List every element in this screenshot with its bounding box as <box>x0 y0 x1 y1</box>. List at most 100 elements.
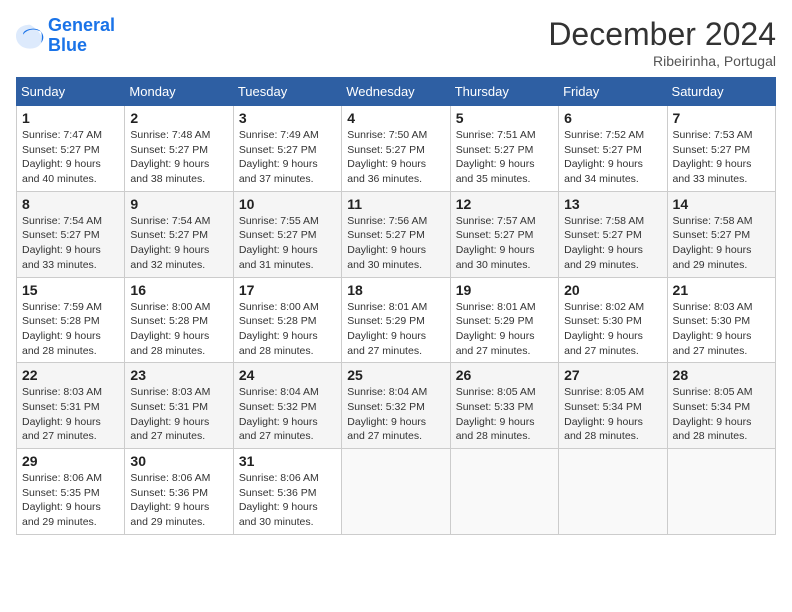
table-row: 17 Sunrise: 8:00 AM Sunset: 5:28 PM Dayli… <box>233 277 341 363</box>
table-row: 27 Sunrise: 8:05 AM Sunset: 5:34 PM Dayli… <box>559 363 667 449</box>
table-row: 9 Sunrise: 7:54 AM Sunset: 5:27 PM Daylig… <box>125 191 233 277</box>
table-row <box>450 449 558 535</box>
day-number: 25 <box>347 367 444 383</box>
day-number: 13 <box>564 196 661 212</box>
day-info: Sunrise: 7:49 AM Sunset: 5:27 PM Dayligh… <box>239 128 336 187</box>
table-row: 1 Sunrise: 7:47 AM Sunset: 5:27 PM Daylig… <box>17 106 125 192</box>
table-row: 19 Sunrise: 8:01 AM Sunset: 5:29 PM Dayli… <box>450 277 558 363</box>
day-info: Sunrise: 8:05 AM Sunset: 5:34 PM Dayligh… <box>564 385 661 444</box>
day-info: Sunrise: 7:52 AM Sunset: 5:27 PM Dayligh… <box>564 128 661 187</box>
day-number: 12 <box>456 196 553 212</box>
table-row: 18 Sunrise: 8:01 AM Sunset: 5:29 PM Dayli… <box>342 277 450 363</box>
day-info: Sunrise: 8:00 AM Sunset: 5:28 PM Dayligh… <box>239 300 336 359</box>
day-number: 10 <box>239 196 336 212</box>
calendar-week-row: 22Sunrise: 8:03 AM Sunset: 5:31 PM Dayli… <box>17 363 776 449</box>
day-info: Sunrise: 8:05 AM Sunset: 5:33 PM Dayligh… <box>456 385 553 444</box>
table-row: 31 Sunrise: 8:06 AM Sunset: 5:36 PM Dayli… <box>233 449 341 535</box>
table-row: 5 Sunrise: 7:51 AM Sunset: 5:27 PM Daylig… <box>450 106 558 192</box>
table-row: 15 Sunrise: 7:59 AM Sunset: 5:28 PM Dayli… <box>17 277 125 363</box>
day-info: Sunrise: 7:56 AM Sunset: 5:27 PM Dayligh… <box>347 214 444 273</box>
logo-icon <box>16 22 44 50</box>
day-info: Sunrise: 7:50 AM Sunset: 5:27 PM Dayligh… <box>347 128 444 187</box>
day-number: 28 <box>673 367 770 383</box>
day-info: Sunrise: 8:03 AM Sunset: 5:30 PM Dayligh… <box>673 300 770 359</box>
table-row <box>667 449 775 535</box>
logo-text: General Blue <box>48 16 115 56</box>
day-info: Sunrise: 7:57 AM Sunset: 5:27 PM Dayligh… <box>456 214 553 273</box>
table-row: 25 Sunrise: 8:04 AM Sunset: 5:32 PM Dayli… <box>342 363 450 449</box>
header-tuesday: Tuesday <box>233 78 341 106</box>
day-number: 1 <box>22 110 119 126</box>
day-number: 27 <box>564 367 661 383</box>
day-info: Sunrise: 7:51 AM Sunset: 5:27 PM Dayligh… <box>456 128 553 187</box>
day-number: 8 <box>22 196 119 212</box>
day-info: Sunrise: 8:00 AM Sunset: 5:28 PM Dayligh… <box>130 300 227 359</box>
day-info: Sunrise: 7:55 AM Sunset: 5:27 PM Dayligh… <box>239 214 336 273</box>
day-number: 17 <box>239 282 336 298</box>
day-number: 4 <box>347 110 444 126</box>
table-row: 24 Sunrise: 8:04 AM Sunset: 5:32 PM Dayli… <box>233 363 341 449</box>
table-row: 14Sunrise: 7:58 AM Sunset: 5:27 PM Dayli… <box>667 191 775 277</box>
day-info: Sunrise: 8:06 AM Sunset: 5:35 PM Dayligh… <box>22 471 119 530</box>
day-number: 19 <box>456 282 553 298</box>
day-number: 5 <box>456 110 553 126</box>
logo: General Blue <box>16 16 115 56</box>
day-info: Sunrise: 8:01 AM Sunset: 5:29 PM Dayligh… <box>456 300 553 359</box>
calendar-body: 1 Sunrise: 7:47 AM Sunset: 5:27 PM Daylig… <box>17 106 776 535</box>
day-number: 9 <box>130 196 227 212</box>
table-row: 21 Sunrise: 8:03 AM Sunset: 5:30 PM Dayli… <box>667 277 775 363</box>
day-info: Sunrise: 8:04 AM Sunset: 5:32 PM Dayligh… <box>347 385 444 444</box>
day-number: 18 <box>347 282 444 298</box>
day-number: 26 <box>456 367 553 383</box>
day-info: Sunrise: 7:59 AM Sunset: 5:28 PM Dayligh… <box>22 300 119 359</box>
day-number: 21 <box>673 282 770 298</box>
day-info: Sunrise: 7:54 AM Sunset: 5:27 PM Dayligh… <box>22 214 119 273</box>
table-row: 20Sunrise: 8:02 AM Sunset: 5:30 PM Dayli… <box>559 277 667 363</box>
day-info: Sunrise: 8:04 AM Sunset: 5:32 PM Dayligh… <box>239 385 336 444</box>
day-number: 6 <box>564 110 661 126</box>
table-row: 23Sunrise: 8:03 AM Sunset: 5:31 PM Dayli… <box>125 363 233 449</box>
table-row: 6 Sunrise: 7:52 AM Sunset: 5:27 PM Daylig… <box>559 106 667 192</box>
table-row: 2Sunrise: 7:48 AM Sunset: 5:27 PM Daylig… <box>125 106 233 192</box>
day-number: 31 <box>239 453 336 469</box>
table-row: 22Sunrise: 8:03 AM Sunset: 5:31 PM Dayli… <box>17 363 125 449</box>
calendar-week-row: 8 Sunrise: 7:54 AM Sunset: 5:27 PM Daylig… <box>17 191 776 277</box>
table-row: 3 Sunrise: 7:49 AM Sunset: 5:27 PM Daylig… <box>233 106 341 192</box>
day-info: Sunrise: 7:48 AM Sunset: 5:27 PM Dayligh… <box>130 128 227 187</box>
header-saturday: Saturday <box>667 78 775 106</box>
table-row <box>342 449 450 535</box>
day-info: Sunrise: 8:05 AM Sunset: 5:34 PM Dayligh… <box>673 385 770 444</box>
day-number: 24 <box>239 367 336 383</box>
day-info: Sunrise: 8:01 AM Sunset: 5:29 PM Dayligh… <box>347 300 444 359</box>
day-number: 16 <box>130 282 227 298</box>
table-row: 11Sunrise: 7:56 AM Sunset: 5:27 PM Dayli… <box>342 191 450 277</box>
day-number: 22 <box>22 367 119 383</box>
calendar-week-row: 15 Sunrise: 7:59 AM Sunset: 5:28 PM Dayli… <box>17 277 776 363</box>
day-number: 29 <box>22 453 119 469</box>
day-number: 3 <box>239 110 336 126</box>
table-row: 10 Sunrise: 7:55 AM Sunset: 5:27 PM Dayli… <box>233 191 341 277</box>
table-row: 13 Sunrise: 7:58 AM Sunset: 5:27 PM Dayli… <box>559 191 667 277</box>
table-row: 12 Sunrise: 7:57 AM Sunset: 5:27 PM Dayli… <box>450 191 558 277</box>
table-row: 4 Sunrise: 7:50 AM Sunset: 5:27 PM Daylig… <box>342 106 450 192</box>
table-row <box>559 449 667 535</box>
table-row: 8 Sunrise: 7:54 AM Sunset: 5:27 PM Daylig… <box>17 191 125 277</box>
day-info: Sunrise: 8:06 AM Sunset: 5:36 PM Dayligh… <box>239 471 336 530</box>
header-wednesday: Wednesday <box>342 78 450 106</box>
calendar-table: Sunday Monday Tuesday Wednesday Thursday… <box>16 77 776 535</box>
day-info: Sunrise: 7:53 AM Sunset: 5:27 PM Dayligh… <box>673 128 770 187</box>
title-block: December 2024 Ribeirinha, Portugal <box>548 16 776 69</box>
header-sunday: Sunday <box>17 78 125 106</box>
table-row: 26 Sunrise: 8:05 AM Sunset: 5:33 PM Dayli… <box>450 363 558 449</box>
header-thursday: Thursday <box>450 78 558 106</box>
table-row: 7Sunrise: 7:53 AM Sunset: 5:27 PM Daylig… <box>667 106 775 192</box>
day-info: Sunrise: 7:54 AM Sunset: 5:27 PM Dayligh… <box>130 214 227 273</box>
day-number: 15 <box>22 282 119 298</box>
day-info: Sunrise: 7:58 AM Sunset: 5:27 PM Dayligh… <box>673 214 770 273</box>
table-row: 29 Sunrise: 8:06 AM Sunset: 5:35 PM Dayli… <box>17 449 125 535</box>
day-info: Sunrise: 7:58 AM Sunset: 5:27 PM Dayligh… <box>564 214 661 273</box>
day-info: Sunrise: 8:02 AM Sunset: 5:30 PM Dayligh… <box>564 300 661 359</box>
day-info: Sunrise: 7:47 AM Sunset: 5:27 PM Dayligh… <box>22 128 119 187</box>
day-number: 30 <box>130 453 227 469</box>
header-monday: Monday <box>125 78 233 106</box>
